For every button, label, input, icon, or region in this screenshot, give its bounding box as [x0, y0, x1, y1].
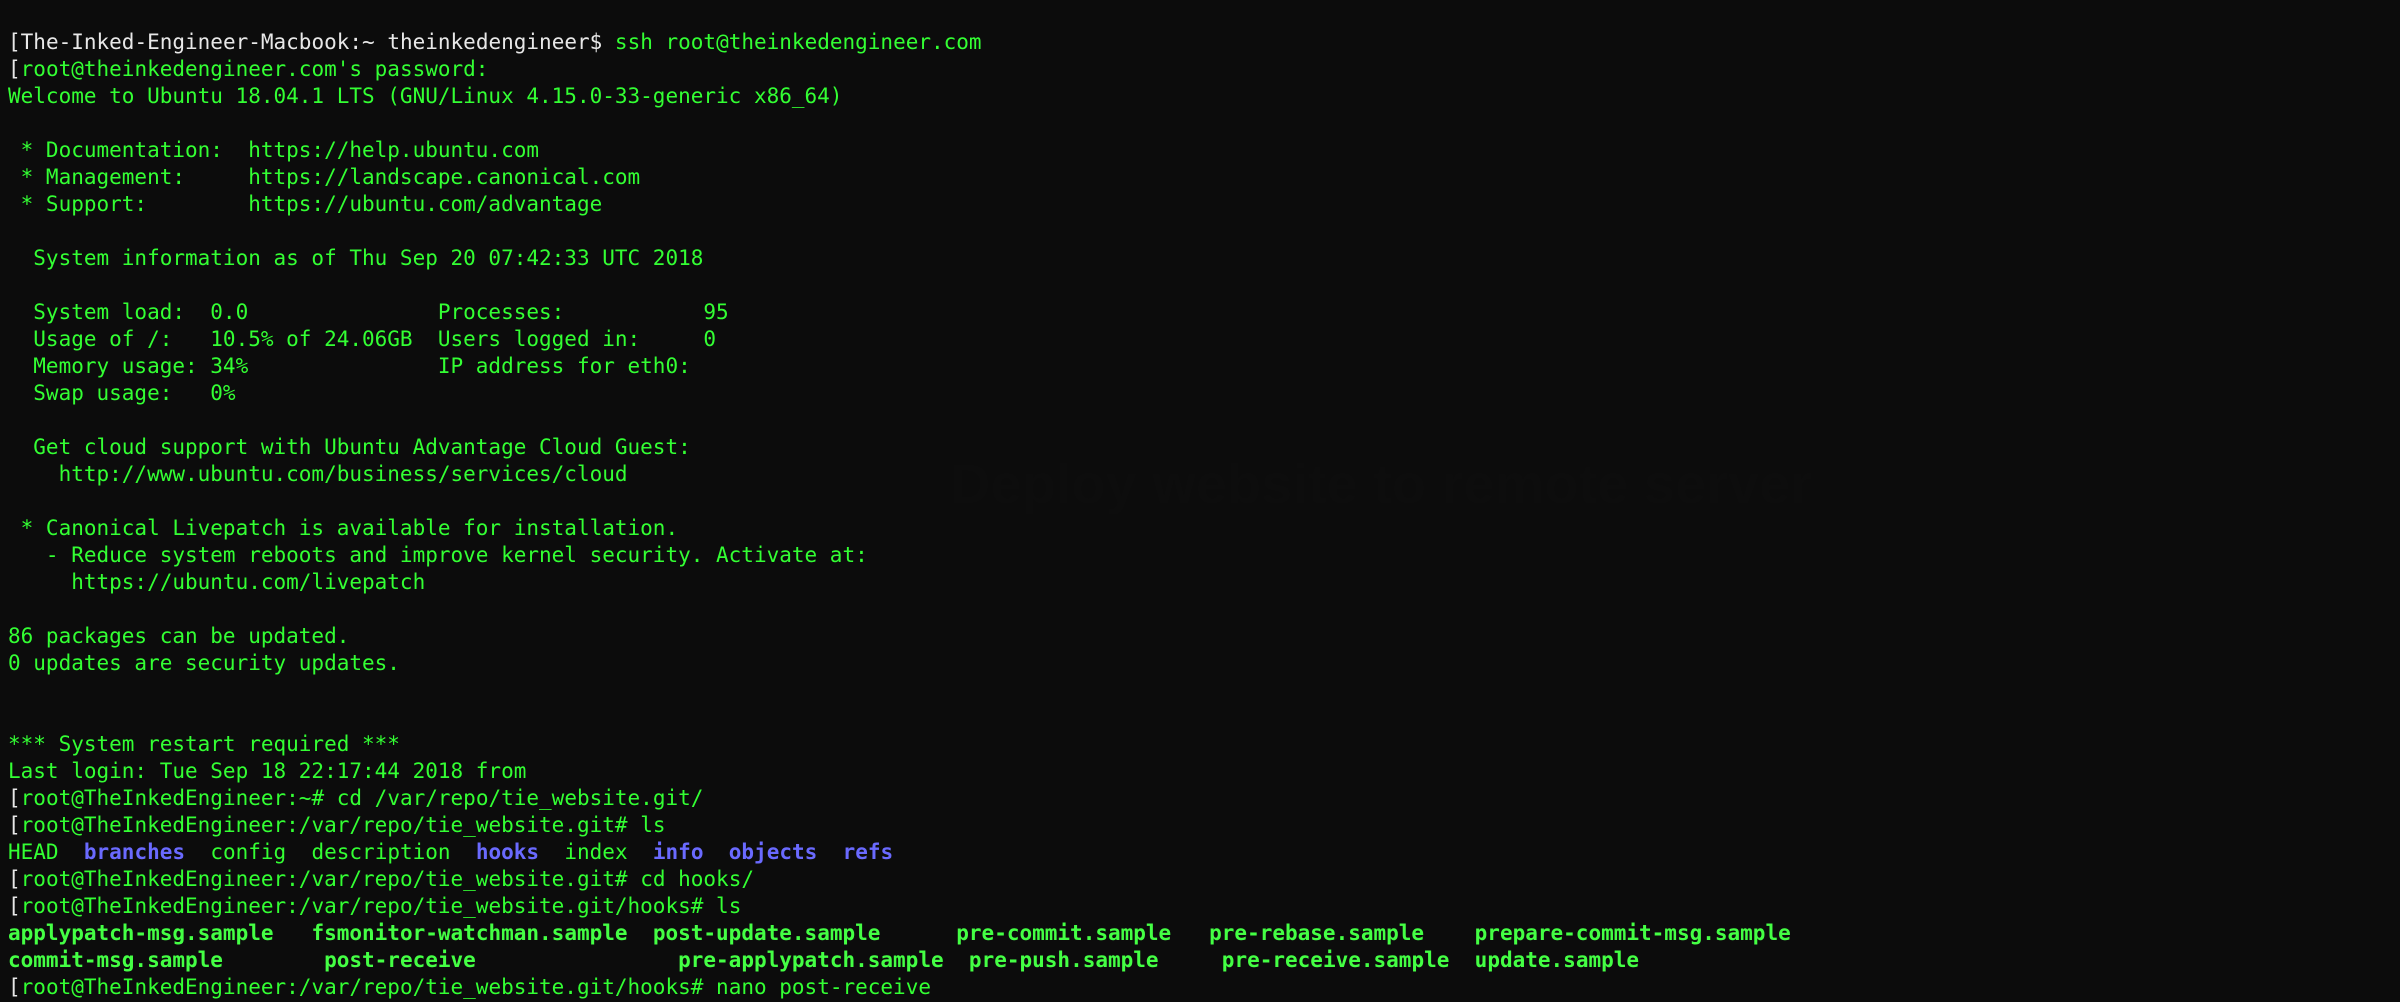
- ls-output-hooks-row: commit-msg.sample post-receive pre-apply…: [8, 948, 1639, 972]
- sysinfo-line: Usage of /: 10.5% of 24.06GB Users logge…: [8, 327, 716, 351]
- terminal-window[interactable]: [The-Inked-Engineer-Macbook:~ theinkeden…: [8, 2, 1791, 1001]
- packages-line: 86 packages can be updated.: [8, 624, 349, 648]
- livepatch-line: * Canonical Livepatch is available for i…: [8, 516, 678, 540]
- mgmt-line: * Management: https://landscape.canonica…: [8, 165, 640, 189]
- terminal-line: [: [8, 57, 21, 81]
- livepatch-line: - Reduce system reboots and improve kern…: [8, 543, 868, 567]
- restart-line: *** System restart required ***: [8, 732, 400, 756]
- sysinfo-line: System load: 0.0 Processes: 95: [8, 300, 729, 324]
- sysinfo-line: Memory usage: 34% IP address for eth0:: [8, 354, 691, 378]
- ls-output-repo: HEAD branches config description hooks i…: [8, 840, 893, 864]
- prompt-line: [root@TheInkedEngineer:/var/repo/tie_web…: [8, 813, 665, 837]
- prompt-line-active[interactable]: [root@TheInkedEngineer:/var/repo/tie_web…: [8, 975, 931, 999]
- terminal-line: [The-Inked-Engineer-Macbook:~ theinkeden…: [8, 30, 982, 54]
- prompt-line: [root@TheInkedEngineer:/var/repo/tie_web…: [8, 894, 741, 918]
- prompt-line: [root@TheInkedEngineer:~# cd /var/repo/t…: [8, 786, 703, 810]
- lastlogin-line: Last login: Tue Sep 18 22:17:44 2018 fro…: [8, 759, 526, 783]
- sysinfo-line: Swap usage: 0%: [8, 381, 236, 405]
- welcome-line: Welcome to Ubuntu 18.04.1 LTS (GNU/Linux…: [8, 84, 842, 108]
- ls-output-hooks-row: applypatch-msg.sample fsmonitor-watchman…: [8, 921, 1791, 945]
- support-line: * Support: https://ubuntu.com/advantage: [8, 192, 602, 216]
- cloud-line: Get cloud support with Ubuntu Advantage …: [8, 435, 691, 459]
- prompt-line: [root@TheInkedEngineer:/var/repo/tie_web…: [8, 867, 754, 891]
- packages-line: 0 updates are security updates.: [8, 651, 400, 675]
- doc-line: * Documentation: https://help.ubuntu.com: [8, 138, 539, 162]
- cloud-line: http://www.ubuntu.com/business/services/…: [8, 462, 628, 486]
- password-prompt: root@theinkedengineer.com's password:: [21, 57, 489, 81]
- sysinfo-header: System information as of Thu Sep 20 07:4…: [8, 246, 703, 270]
- livepatch-line: https://ubuntu.com/livepatch: [8, 570, 425, 594]
